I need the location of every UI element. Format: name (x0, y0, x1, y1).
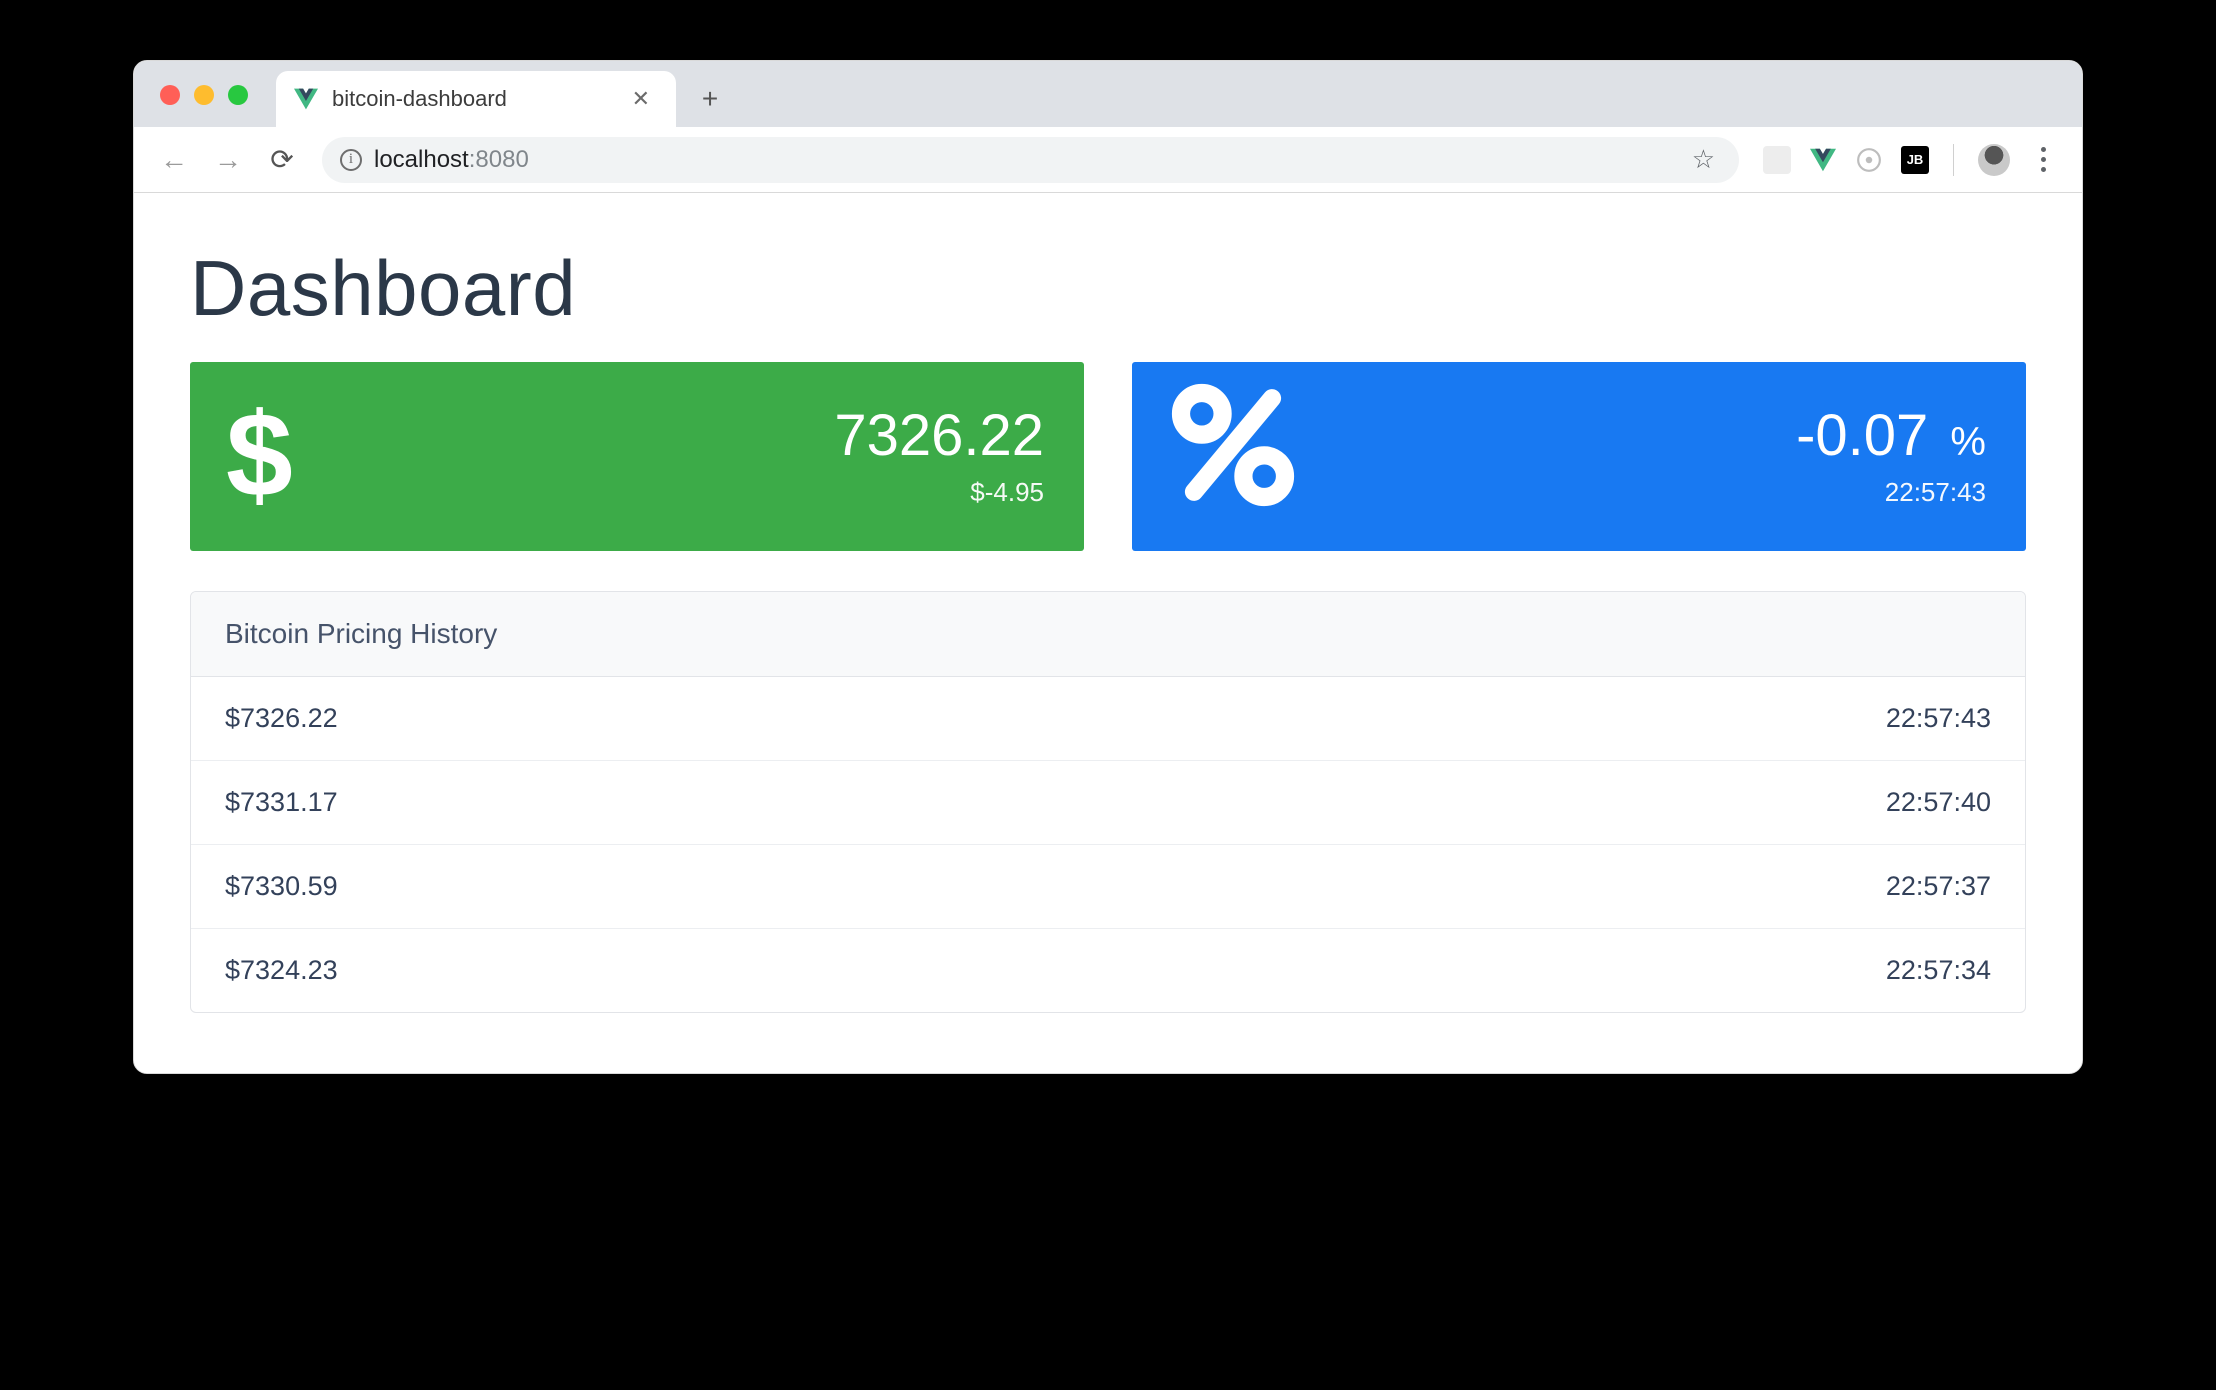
reload-button[interactable]: ⟳ (260, 138, 304, 182)
history-price: $7330.59 (225, 871, 338, 902)
toolbar-separator (1953, 144, 1954, 176)
change-card: -0.07 % 22:57:43 (1132, 362, 2026, 551)
browser-menu-button[interactable] (2028, 147, 2058, 172)
window-minimize-button[interactable] (194, 85, 214, 105)
history-row: $7330.59 22:57:37 (191, 845, 2025, 929)
history-price: $7324.23 (225, 955, 338, 986)
change-unit: % (1950, 420, 1986, 464)
site-info-icon[interactable]: i (340, 149, 362, 171)
history-price: $7326.22 (225, 703, 338, 734)
new-tab-button[interactable]: + (690, 79, 730, 119)
tab-close-button[interactable]: ✕ (626, 82, 656, 116)
percent-icon (1168, 380, 1298, 529)
price-delta: $-4.95 (834, 477, 1044, 508)
history-row: $7331.17 22:57:40 (191, 761, 2025, 845)
change-value: -0.07 % (1796, 402, 1986, 469)
browser-toolbar: ← → ⟳ i localhost:8080 ☆ (134, 127, 2082, 193)
forward-button[interactable]: → (206, 138, 250, 182)
history-row: $7324.23 22:57:34 (191, 929, 2025, 1012)
profile-avatar[interactable] (1978, 144, 2010, 176)
history-time: 22:57:40 (1886, 787, 1991, 818)
url-port: :8080 (469, 146, 529, 173)
change-number: -0.07 (1796, 403, 1928, 468)
vue-favicon-icon (294, 87, 318, 111)
history-time: 22:57:37 (1886, 871, 1991, 902)
url-host: localhost (374, 146, 469, 173)
back-button[interactable]: ← (152, 138, 196, 182)
history-time: 22:57:34 (1886, 955, 1991, 986)
change-timestamp: 22:57:43 (1796, 477, 1986, 508)
price-value: 7326.22 (834, 402, 1044, 469)
extension-icon[interactable] (1855, 146, 1883, 174)
extension-icons: JB (1757, 144, 2064, 176)
browser-tab[interactable]: bitcoin-dashboard ✕ (276, 71, 676, 127)
vue-devtools-icon[interactable] (1809, 146, 1837, 174)
history-time: 22:57:43 (1886, 703, 1991, 734)
extension-icon[interactable] (1763, 146, 1791, 174)
history-price: $7331.17 (225, 787, 338, 818)
bookmark-star-icon[interactable]: ☆ (1692, 144, 1715, 175)
url-text: localhost:8080 (374, 146, 529, 174)
price-card: $ 7326.22 $-4.95 (190, 362, 1084, 551)
history-title: Bitcoin Pricing History (191, 592, 2025, 677)
window-controls (160, 85, 248, 105)
window-close-button[interactable] (160, 85, 180, 105)
tab-strip: bitcoin-dashboard ✕ + (134, 61, 2082, 127)
browser-window: bitcoin-dashboard ✕ + ← → ⟳ i localhost:… (133, 60, 2083, 1074)
history-panel: Bitcoin Pricing History $7326.22 22:57:43… (190, 591, 2026, 1013)
window-zoom-button[interactable] (228, 85, 248, 105)
tab-title: bitcoin-dashboard (332, 86, 612, 112)
page-title: Dashboard (190, 243, 2026, 334)
dollar-icon: $ (226, 395, 293, 515)
history-row: $7326.22 22:57:43 (191, 677, 2025, 761)
address-bar[interactable]: i localhost:8080 ☆ (322, 137, 1739, 183)
summary-cards: $ 7326.22 $-4.95 (190, 362, 2026, 551)
jetbrains-extension-icon[interactable]: JB (1901, 146, 1929, 174)
page-content: Dashboard $ 7326.22 $-4.95 (134, 193, 2082, 1073)
